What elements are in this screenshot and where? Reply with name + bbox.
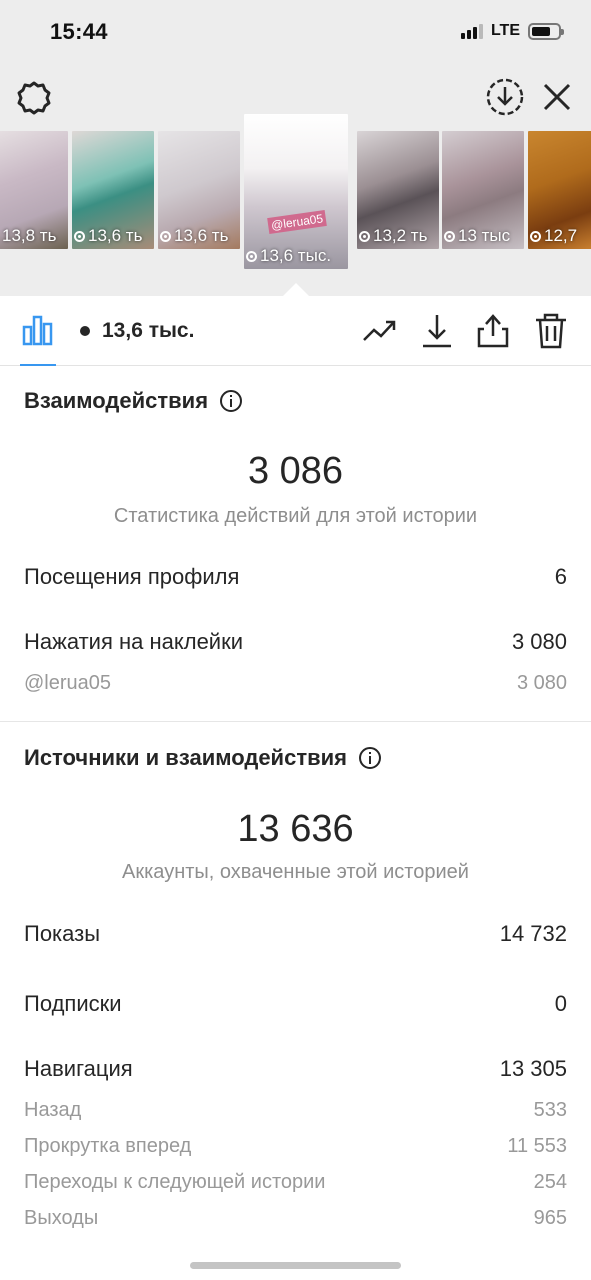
nav-row-forward: Прокрутка вперед 11 553: [24, 1135, 567, 1158]
trash-icon[interactable]: [532, 312, 570, 350]
stat-value: 0: [554, 991, 567, 1016]
interactions-caption: Статистика действий для этой истории: [113, 505, 478, 527]
network-label: LTE: [490, 22, 520, 39]
download-circle-icon[interactable]: [484, 76, 526, 118]
status-time: 15:44: [50, 19, 108, 44]
stat-value: 254: [533, 1171, 567, 1193]
stat-value: 965: [533, 1207, 567, 1229]
story-thumbnail[interactable]: 13,6 ть: [72, 131, 154, 249]
stat-label: Переходы к следующей истории: [24, 1171, 326, 1193]
stat-row-navigation: Навигация 13 305: [24, 1056, 567, 1082]
eye-icon: [160, 230, 171, 242]
stat-value: 11 553: [507, 1135, 567, 1157]
story-thumbnail-current[interactable]: @lerua05 13,6 тыс.: [244, 114, 348, 269]
stat-value: 14 732: [499, 921, 567, 946]
insights-toolbar: 13,6 тыс.: [0, 296, 591, 366]
stat-label: Нажатия на наклейки: [24, 629, 244, 654]
story-thumbnail[interactable]: 13,8 ть: [0, 131, 68, 249]
stat-value: 3 080: [516, 672, 567, 694]
home-indicator[interactable]: [190, 1262, 401, 1269]
stat-label: Посещения профиля: [24, 564, 240, 589]
stat-label: Назад: [24, 1099, 82, 1121]
interactions-section-title: Взаимодействия: [24, 388, 243, 414]
stat-label: Выходы: [24, 1207, 99, 1229]
selected-story-pointer: [283, 283, 309, 296]
story-thumbnail[interactable]: 13 тыс: [442, 131, 524, 249]
insights-bar-icon: [22, 315, 53, 346]
tab-active-indicator: [20, 364, 56, 366]
stat-value: 533: [533, 1099, 567, 1121]
reach-total: 13 636: [237, 808, 354, 850]
stat-value: 13 305: [499, 1056, 567, 1081]
thumbnail-views: 13,8 ть: [2, 226, 57, 245]
eye-icon: [246, 250, 257, 262]
nav-row-next-story: Переходы к следующей истории 254: [24, 1171, 567, 1194]
stat-value: 3 080: [511, 629, 567, 654]
eye-icon: [530, 230, 541, 242]
close-icon[interactable]: [538, 78, 576, 116]
tab-insights[interactable]: [18, 296, 58, 366]
thumbnail-views: 13 тыс: [442, 226, 524, 246]
stat-row-profile-visits: Посещения профиля 6: [24, 564, 567, 590]
nav-row-exits: Выходы 965: [24, 1207, 567, 1230]
thumbnail-sticker-tag: @lerua05: [267, 210, 328, 234]
info-icon[interactable]: [220, 390, 243, 412]
settings-icon[interactable]: [14, 78, 54, 118]
stat-label: @lerua05: [24, 672, 112, 694]
story-thumbnail[interactable]: 13,2 ть: [357, 131, 439, 249]
eye-icon: [359, 230, 370, 242]
nav-row-back: Назад 533: [24, 1099, 567, 1122]
eye-icon: [78, 324, 92, 338]
signal-icon: [460, 23, 483, 39]
stat-row-sticker-taps: Нажатия на наклейки 3 080: [24, 629, 567, 655]
battery-icon: [528, 22, 564, 40]
stories-header: 15:44 LTE 13,8 ть 13,6 ть 13,6 ть @lerua…: [0, 0, 591, 296]
thumbnail-views: 13,6 тыс.: [244, 246, 348, 266]
eye-icon: [444, 230, 455, 242]
interactions-total: 3 086: [247, 450, 344, 492]
info-icon[interactable]: [358, 747, 381, 769]
story-thumbnail[interactable]: 13,6 ть: [158, 131, 240, 249]
download-icon[interactable]: [418, 312, 456, 350]
stat-label: Прокрутка вперед: [24, 1135, 192, 1157]
story-views-count: 13,6 тыс.: [78, 319, 194, 343]
share-icon[interactable]: [474, 312, 512, 350]
story-thumbnail[interactable]: 12,7: [528, 131, 591, 249]
status-indicators: LTE: [460, 22, 564, 40]
stat-row-impressions: Показы 14 732: [24, 921, 567, 947]
story-thumbnails[interactable]: 13,8 ть 13,6 ть 13,6 ть @lerua05 13,6 ты…: [0, 114, 591, 274]
section-divider: [0, 721, 591, 722]
stat-label: Показы: [24, 921, 101, 946]
eye-icon: [74, 230, 85, 242]
thumbnail-views: 12,7: [528, 226, 591, 246]
stat-value: 6: [554, 564, 567, 589]
trend-icon[interactable]: [361, 312, 399, 350]
thumbnail-views: 13,6 ть: [158, 226, 240, 246]
status-bar: 15:44 LTE: [0, 0, 591, 64]
reach-caption: Аккаунты, охваченные этой историей: [122, 861, 469, 883]
stat-subrow-sticker[interactable]: @lerua05 3 080: [24, 672, 567, 695]
discovery-section-title: Источники и взаимодействия: [24, 745, 381, 771]
stat-label: Навигация: [24, 1056, 133, 1081]
thumbnail-views: 13,6 ть: [72, 226, 154, 246]
stat-label: Подписки: [24, 991, 122, 1016]
thumbnail-views: 13,2 ть: [357, 226, 439, 246]
stat-row-follows: Подписки 0: [24, 991, 567, 1017]
